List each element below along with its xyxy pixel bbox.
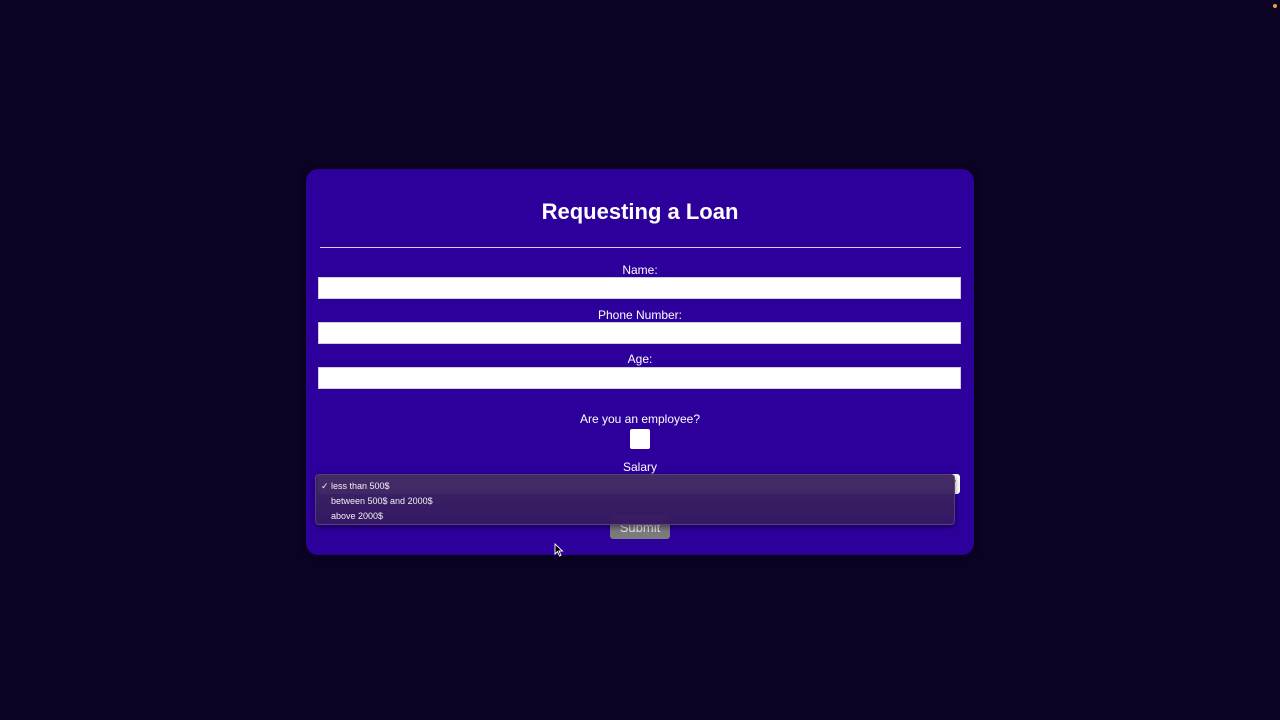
checkmark-icon: ✓ (321, 481, 329, 491)
option-label: less than 500$ (331, 481, 390, 491)
salary-option-500-to-2000[interactable]: between 500$ and 2000$ (316, 494, 954, 509)
phone-label: Phone Number: (597, 308, 683, 322)
page-title: Requesting a Loan (541, 199, 739, 224)
option-label: above 2000$ (331, 511, 384, 521)
title-divider (320, 247, 961, 248)
name-input[interactable] (318, 277, 961, 299)
age-input[interactable] (318, 367, 961, 389)
salary-option-less-than-500[interactable]: ✓ less than 500$ (316, 479, 954, 494)
employee-label: Are you an employee? (579, 412, 701, 426)
status-dot (1273, 4, 1277, 8)
employee-checkbox[interactable] (630, 429, 650, 449)
mouse-cursor-icon (554, 543, 564, 557)
salary-label: Salary (622, 460, 657, 474)
phone-input[interactable] (318, 322, 961, 344)
age-label: Age: (627, 352, 653, 366)
salary-dropdown-menu: ✓ less than 500$ between 500$ and 2000$ … (315, 474, 955, 525)
salary-option-above-2000[interactable]: above 2000$ (316, 509, 954, 524)
name-label: Name: (622, 263, 658, 277)
option-label: between 500$ and 2000$ (331, 496, 433, 506)
